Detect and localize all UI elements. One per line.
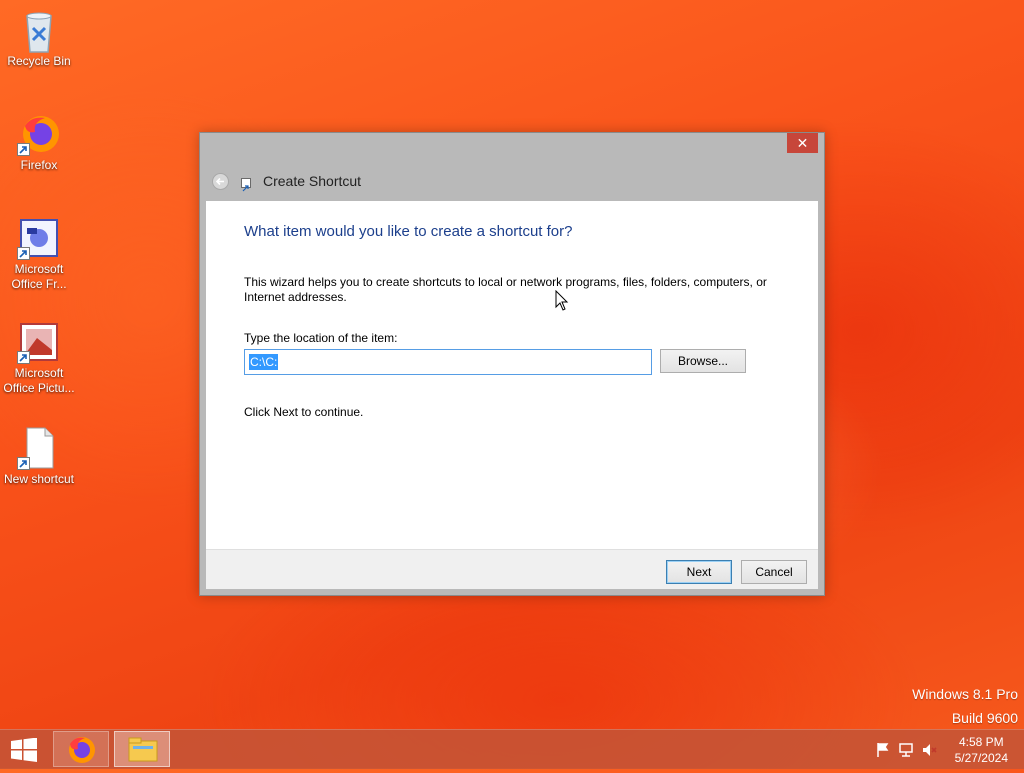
- desktop-icon-office-pictu[interactable]: Microsoft Office Pictu...: [0, 320, 78, 396]
- blank-file-icon: [17, 426, 61, 470]
- shortcut-icon: [241, 178, 251, 192]
- location-input-value: C:\C:: [249, 354, 279, 370]
- desktop-icon-label: Microsoft Office Fr...: [11, 262, 67, 291]
- browse-button[interactable]: Browse...: [660, 349, 746, 373]
- desktop-icon-office-fr[interactable]: Microsoft Office Fr...: [0, 216, 78, 292]
- office-picture-icon: [17, 320, 61, 364]
- office-app-icon: [17, 216, 61, 260]
- desktop-icon-new-shortcut[interactable]: New shortcut: [0, 426, 78, 487]
- dialog-heading: What item would you like to create a sho…: [244, 223, 573, 240]
- dialog-titlebar: Create Shortcut: [200, 163, 824, 199]
- create-shortcut-dialog: ✕ Create Shortcut What item would you li…: [199, 132, 825, 596]
- shortcut-arrow-icon: [17, 143, 30, 156]
- location-input[interactable]: C:\C:: [244, 349, 652, 375]
- cancel-button[interactable]: Cancel: [741, 560, 807, 584]
- desktop-icon-label: Recycle Bin: [7, 54, 71, 68]
- firefox-icon: [17, 112, 61, 156]
- desktop-icon-label: Firefox: [20, 158, 58, 172]
- network-icon[interactable]: [898, 742, 914, 758]
- volume-muted-icon[interactable]: [921, 742, 937, 758]
- shortcut-arrow-icon: [17, 351, 30, 364]
- windows-version-line1: Windows 8.1 Pro: [912, 686, 1018, 702]
- windows-build-line2: Build 9600: [951, 710, 1018, 726]
- firefox-icon: [69, 737, 95, 763]
- taskbar: 4:58 PM 5/27/2024: [0, 729, 1024, 769]
- dialog-description: This wizard helps you to create shortcut…: [244, 275, 767, 304]
- close-button[interactable]: ✕: [787, 133, 818, 153]
- back-arrow-icon[interactable]: [212, 173, 229, 190]
- recycle-bin-icon: [17, 8, 61, 53]
- taskbar-file-explorer[interactable]: [114, 731, 170, 767]
- taskbar-firefox[interactable]: [53, 731, 109, 767]
- desktop-icon-label: Microsoft Office Pictu...: [3, 366, 75, 395]
- continue-text: Click Next to continue.: [244, 405, 364, 419]
- shortcut-arrow-icon: [17, 247, 30, 260]
- desktop-icon-recycle-bin[interactable]: Recycle Bin: [0, 8, 78, 69]
- action-center-flag-icon[interactable]: [875, 742, 891, 758]
- desktop-icon-label: New shortcut: [3, 472, 75, 486]
- location-label: Type the location of the item:: [244, 331, 398, 345]
- windows-start-icon[interactable]: [10, 737, 38, 762]
- clock-date: 5/27/2024: [954, 751, 1008, 765]
- file-explorer-icon: [128, 737, 158, 762]
- mouse-cursor-icon: [555, 289, 569, 317]
- dialog-footer: Next Cancel: [206, 549, 818, 589]
- dialog-title: Create Shortcut: [263, 173, 362, 189]
- dialog-content: What item would you like to create a sho…: [206, 201, 818, 549]
- taskbar-clock[interactable]: 4:58 PM 5/27/2024: [955, 734, 1008, 766]
- shortcut-arrow-icon: [17, 457, 30, 470]
- desktop-icon-firefox[interactable]: Firefox: [0, 112, 78, 173]
- next-button[interactable]: Next: [666, 560, 732, 584]
- clock-time: 4:58 PM: [958, 735, 1004, 749]
